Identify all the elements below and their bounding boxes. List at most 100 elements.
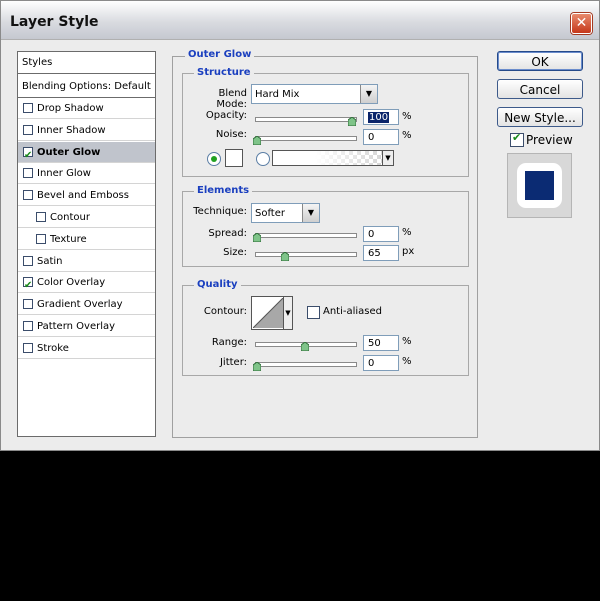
style-item-checkbox[interactable] (36, 233, 46, 244)
preview-label: Preview (526, 133, 573, 147)
technique-value: Softer (255, 208, 285, 219)
contour-preview-icon (253, 298, 283, 328)
opacity-value: 100 (368, 112, 390, 123)
range-input[interactable]: 50 (363, 335, 399, 351)
jitter-slider-thumb[interactable] (253, 362, 261, 371)
spread-slider-thumb[interactable] (253, 233, 261, 242)
style-item-checkbox[interactable] (36, 212, 46, 222)
anti-aliased-checkbox[interactable] (307, 306, 320, 319)
style-item-checkbox[interactable] (23, 168, 33, 179)
opacity-slider-thumb[interactable] (348, 117, 356, 126)
range-label: Range: (211, 337, 247, 348)
jitter-slider-track[interactable] (255, 362, 357, 367)
anti-aliased-label: Anti-aliased (323, 306, 383, 317)
spread-label: Spread: (208, 228, 247, 239)
layer-style-dialog: Layer Style ✕ Styles Blending Options: D… (0, 0, 600, 451)
radio-selected-dot (211, 156, 217, 162)
cancel-button[interactable]: Cancel (497, 79, 583, 99)
style-item-checkbox[interactable] (23, 255, 33, 266)
new-style-button[interactable]: New Style... (497, 107, 583, 127)
gradient-radio[interactable] (256, 152, 270, 166)
style-item[interactable]: Pattern Overlay (18, 316, 155, 337)
preview-checkbox[interactable]: ✔ (510, 131, 524, 147)
style-item-checkbox[interactable] (23, 103, 33, 113)
close-button[interactable]: ✕ (571, 13, 592, 34)
style-item[interactable]: Color Overlay (18, 272, 155, 296)
contour-label: Contour: (203, 306, 247, 317)
structure-title: Structure (194, 67, 254, 78)
size-input[interactable]: 65 (363, 245, 399, 261)
style-item-label: Stroke (37, 342, 69, 354)
style-item-label: Drop Shadow (37, 103, 104, 114)
range-unit: % (402, 336, 412, 347)
opacity-input[interactable]: 100 (363, 109, 399, 125)
technique-select[interactable]: Softer ▼ (251, 203, 320, 223)
style-item-checkbox[interactable] (23, 299, 33, 310)
style-item[interactable]: Gradient Overlay (18, 294, 155, 316)
size-label: Size: (223, 247, 247, 258)
style-item[interactable]: Outer Glow (18, 141, 155, 166)
noise-slider-track[interactable] (255, 136, 357, 141)
outer-glow-panel: Outer Glow Structure Blend Mode: Hard Mi… (172, 49, 478, 438)
title-bar[interactable]: Layer Style ✕ (1, 1, 599, 40)
style-item[interactable]: Satin (18, 251, 155, 272)
chevron-down-icon: ▼ (302, 204, 319, 222)
noise-unit: % (402, 130, 412, 141)
style-item[interactable]: Texture (18, 229, 155, 250)
size-slider-track[interactable] (255, 252, 357, 257)
size-slider-thumb[interactable] (281, 252, 289, 261)
elements-group: Elements Technique: Softer ▼ Spread: 0 %… (182, 185, 469, 267)
spread-unit: % (402, 227, 412, 238)
style-item-label: Pattern Overlay (37, 321, 116, 332)
style-item-label: Satin (37, 255, 63, 267)
style-item-label: Texture (50, 233, 87, 245)
spread-input[interactable]: 0 (363, 226, 399, 242)
quality-title: Quality (194, 279, 241, 290)
elements-title: Elements (194, 185, 253, 196)
style-item-checkbox[interactable] (23, 145, 33, 166)
style-item[interactable]: Inner Shadow (18, 120, 155, 141)
style-item[interactable]: Stroke (18, 338, 155, 359)
solid-color-radio[interactable] (207, 152, 221, 166)
style-item-checkbox[interactable] (23, 124, 33, 135)
style-item-label: Bevel and Emboss (37, 190, 129, 202)
styles-header[interactable]: Styles (18, 52, 155, 74)
style-item[interactable]: Drop Shadow (18, 98, 155, 119)
noise-input[interactable]: 0 (363, 129, 399, 145)
style-item-label: Color Overlay (37, 277, 106, 289)
blend-mode-select[interactable]: Hard Mix ▼ (251, 84, 378, 104)
structure-group: Structure Blend Mode: Hard Mix ▼ Opacity… (182, 67, 469, 177)
window-title: Layer Style (10, 14, 99, 30)
gradient-picker[interactable]: ▼ (272, 150, 394, 166)
style-item-checkbox[interactable] (23, 190, 33, 201)
opacity-unit: % (402, 111, 412, 122)
glow-color-swatch[interactable] (225, 149, 243, 167)
spread-slider-track[interactable] (255, 233, 357, 238)
technique-label: Technique: (193, 206, 247, 217)
style-item-label: Inner Glow (37, 168, 91, 180)
style-item-checkbox[interactable] (23, 342, 33, 353)
quality-group: Quality Contour: ▼ Anti-aliased Range: 5… (182, 279, 469, 376)
style-item-label: Outer Glow (37, 146, 101, 158)
styles-list: Styles Blending Options: Default Drop Sh… (17, 51, 156, 437)
preview-swatch (507, 153, 572, 218)
preview-layer (525, 171, 554, 200)
chevron-down-icon: ▼ (283, 297, 292, 329)
opacity-slider-track[interactable] (255, 117, 357, 122)
range-slider-thumb[interactable] (301, 342, 309, 351)
style-item-checkbox[interactable] (23, 321, 33, 331)
style-item-checkbox[interactable] (23, 275, 33, 296)
style-item[interactable]: Contour (18, 207, 155, 228)
ok-button[interactable]: OK (497, 51, 583, 71)
checkmark-icon: ✔ (512, 131, 522, 144)
blending-options-item[interactable]: Blending Options: Default (18, 76, 155, 98)
dialog-client: Styles Blending Options: Default Drop Sh… (1, 40, 599, 450)
chevron-down-icon: ▼ (360, 85, 377, 103)
style-item-label: Contour (50, 212, 90, 223)
jitter-input[interactable]: 0 (363, 355, 399, 371)
contour-picker[interactable]: ▼ (251, 296, 293, 330)
style-item[interactable]: Bevel and Emboss (18, 185, 155, 207)
noise-label: Noise: (215, 129, 247, 140)
style-item[interactable]: Inner Glow (18, 163, 155, 185)
noise-slider-thumb[interactable] (253, 136, 261, 145)
